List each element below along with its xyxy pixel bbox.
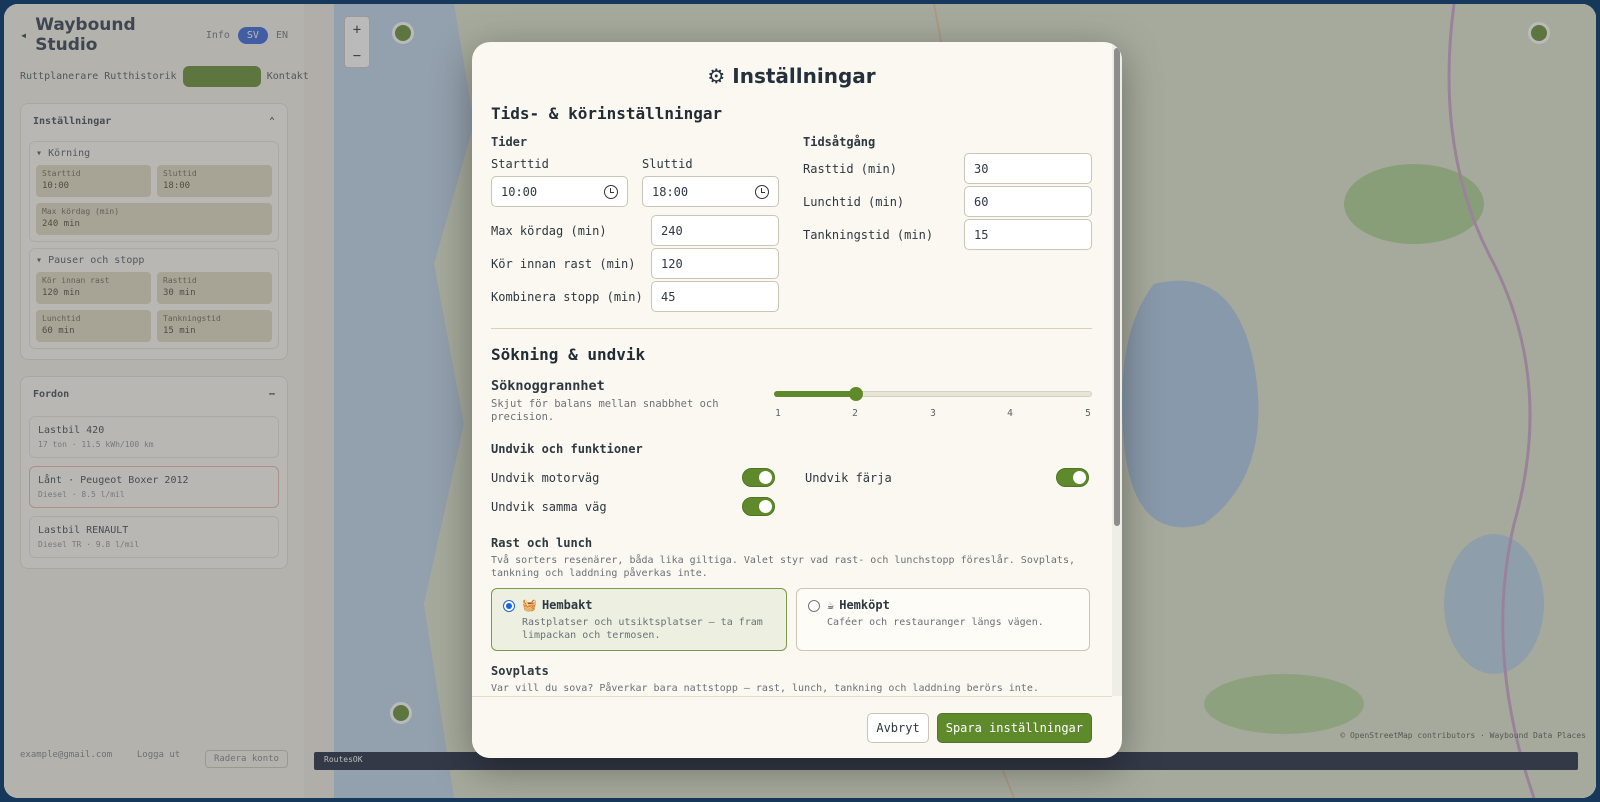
break-input[interactable]: 30 [964,153,1092,184]
avoid-same-road-label: Undvik samma väg [491,499,607,514]
avoid-motorway-row: Undvik motorväg [491,468,775,487]
end-time-label: Sluttid [642,157,693,171]
sleep-description: Var vill du sova? Påverkar bara nattstop… [491,683,1039,694]
avoid-ferry-label: Undvik färja [805,470,892,485]
search-section-title: Sökning & undvik [491,345,646,364]
slider-fill [774,391,856,397]
drive-before-break-label: Kör innan rast (min) [491,256,636,271]
max-day-input[interactable]: 240 [651,215,779,246]
gear-icon: ⚙ [707,64,726,88]
slider-tick-4: 4 [1007,408,1013,419]
avoid-same-road-toggle[interactable] [742,497,775,516]
coffee-icon: ☕ [827,598,835,612]
avoid-motorway-label: Undvik motorväg [491,470,600,485]
lunch-input[interactable]: 60 [964,186,1092,217]
clock-icon[interactable] [755,184,769,199]
slider-handle[interactable] [848,387,863,401]
lunch-label: Lunchtid (min) [803,194,905,209]
break-label: Rasttid (min) [803,161,897,176]
avoid-ferry-toggle[interactable] [1056,468,1089,487]
bought-description: Caféer och restauranger längs vägen. [827,617,1044,628]
times-heading: Tider [491,135,528,149]
end-time-input[interactable]: 18:00 [642,176,779,207]
avoid-same-road-row: Undvik samma väg [491,497,775,516]
modal-scrollbar[interactable] [1112,42,1122,696]
settings-modal: ⚙ Inställningar Tids- & körinställningar… [472,42,1122,758]
start-time-label: Starttid [491,157,549,171]
homemade-title: Hembakt [541,598,593,612]
precision-label: Söknoggrannhet [491,378,605,394]
durations-column: Tidsåtgång Rasttid (min) 30 Lunchtid (mi… [803,135,1092,312]
max-day-label: Max kördag (min) [491,223,607,238]
combine-stops-input[interactable]: 45 [651,281,779,312]
rest-option-homemade[interactable]: 🧺 Hembakt Rastplatser och utsiktsplatser … [491,588,787,651]
precision-description: Skjut för balans mellan snabbhet och pre… [491,398,719,423]
drive-before-break-input[interactable]: 120 [651,248,779,279]
slider-tick-3: 3 [930,408,936,419]
bought-title: Hemköpt [839,598,890,612]
times-column: Tider Starttid 10:00 Sluttid 18:00 Max k… [491,135,803,312]
slider-tick-5: 5 [1085,408,1091,419]
cancel-button[interactable]: Avbryt [867,712,929,743]
start-time-input[interactable]: 10:00 [491,176,628,207]
refuel-label: Tankningstid (min) [803,227,934,242]
durations-heading: Tidsåtgång [803,135,876,149]
avoid-ferry-row: Undvik färja [805,468,1089,487]
modal-title-text: Inställningar [732,64,876,88]
rest-description: Två sorters resenärer, båda lika giltiga… [491,555,1075,579]
rest-option-bought[interactable]: ☕ Hemköpt Caféer och restauranger längs v… [796,588,1090,651]
times-section-title: Tids- & körinställningar [491,104,723,123]
avoid-motorway-toggle[interactable] [742,468,775,487]
modal-scroll-area[interactable]: ⚙ Inställningar Tids- & körinställningar… [472,42,1112,696]
section-divider [491,328,1092,329]
refuel-input[interactable]: 15 [964,219,1092,250]
precision-slider[interactable]: 1 2 3 4 5 [774,384,1092,424]
rest-heading: Rast och lunch [491,536,593,550]
sleep-heading: Sovplats [491,664,549,678]
modal-title: ⚙ Inställningar [491,64,1092,94]
scrollbar-thumb[interactable] [1114,48,1120,526]
slider-tick-1: 1 [775,408,781,419]
homemade-description: Rastplatser och utsiktsplatser — ta fram… [522,617,763,641]
radio-homemade[interactable] [503,600,515,612]
save-settings-button[interactable]: Spara inställningar [936,712,1092,743]
combine-stops-label: Kombinera stopp (min) [491,289,643,304]
modal-footer: Avbryt Spara inställningar [472,696,1112,758]
basket-icon: 🧺 [522,598,537,612]
slider-tick-2: 2 [852,408,858,419]
clock-icon[interactable] [604,184,618,199]
radio-bought[interactable] [808,600,820,612]
avoid-heading: Undvik och funktioner [491,442,643,456]
